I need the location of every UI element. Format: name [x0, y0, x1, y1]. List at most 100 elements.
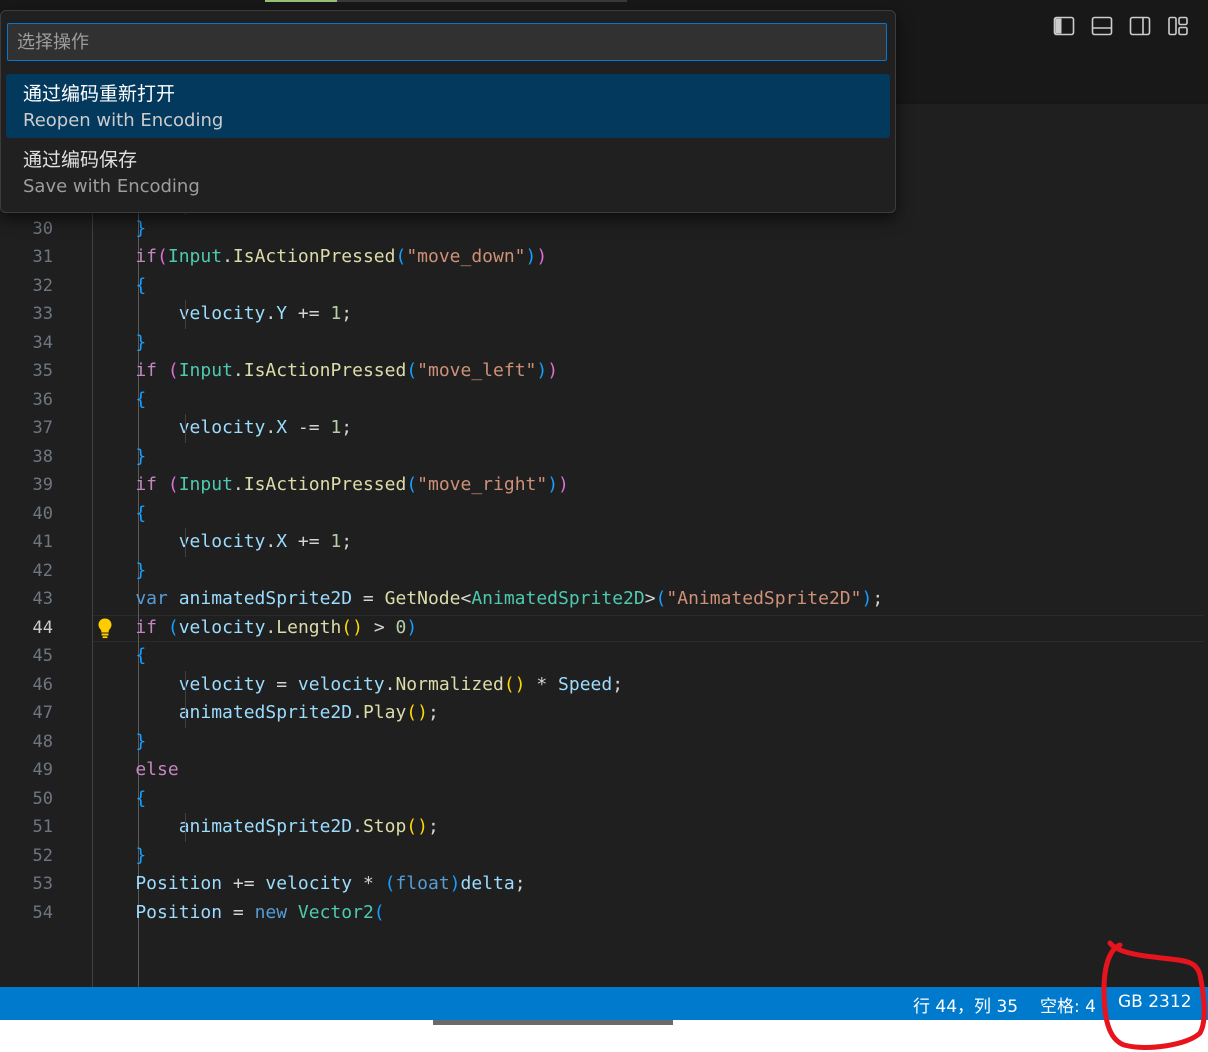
- code-token: if: [92, 246, 158, 267]
- line-number: 35: [32, 361, 53, 381]
- line-number: 46: [32, 674, 53, 695]
- code-token: }: [92, 730, 147, 752]
- code-token: >: [644, 588, 656, 609]
- code-token: .: [232, 360, 244, 381]
- status-indentation[interactable]: 空格: 4: [1040, 992, 1096, 1017]
- code-token: ): [536, 360, 548, 381]
- code-token: Play: [362, 702, 407, 723]
- code-token: Vector2: [297, 901, 374, 923]
- code-token: Input: [167, 246, 223, 267]
- code-token: ;: [341, 531, 353, 552]
- line-number: 50: [32, 788, 53, 809]
- code-token: float: [395, 873, 450, 894]
- code-token: velocity: [178, 303, 266, 324]
- code-token: (: [373, 901, 385, 923]
- code-line: Position = new Vector2(: [92, 899, 385, 928]
- code-token: *: [352, 873, 385, 894]
- code-token: .: [265, 616, 277, 638]
- quick-pick-item-save-with-encoding[interactable]: 通过编码保存 Save with Encoding: [6, 140, 890, 204]
- line-number: 43: [32, 589, 53, 609]
- quick-pick-input[interactable]: [7, 23, 887, 61]
- toggle-primary-sidebar-icon[interactable]: [1052, 14, 1076, 38]
- code-token: }: [92, 217, 147, 239]
- line-number: 34: [32, 332, 53, 353]
- code-line: }: [92, 443, 146, 472]
- code-token: (: [157, 246, 168, 267]
- code-line: velocity.X -= 1;: [92, 414, 352, 443]
- code-token: {: [92, 645, 147, 666]
- code-token: velocity: [178, 673, 266, 695]
- code-token: ;: [427, 816, 439, 837]
- title-accent-bar: [265, 0, 337, 2]
- code-token: .: [265, 303, 277, 324]
- customize-layout-icon[interactable]: [1166, 14, 1190, 38]
- code-line: }: [92, 728, 146, 757]
- code-token: new: [254, 901, 288, 923]
- code-token: var: [92, 588, 168, 609]
- code-line: if (Input.IsActionPressed("move_left")): [92, 357, 558, 386]
- title-bar-segment: [337, 0, 627, 2]
- code-token: ;: [612, 673, 624, 695]
- status-bar: 行 44，列 35 空格: 4 GB 2312: [0, 987, 1208, 1020]
- code-token: ): [449, 873, 461, 894]
- code-token: ;: [872, 588, 884, 609]
- code-line: {: [92, 272, 146, 301]
- code-token: "move_left": [417, 360, 537, 381]
- code-token: }: [92, 331, 147, 353]
- layout-controls: [1052, 14, 1190, 38]
- code-token: +=: [222, 873, 266, 894]
- indent-guide: [185, 414, 186, 443]
- code-token: (: [406, 474, 418, 495]
- quick-pick-item-reopen-with-encoding[interactable]: 通过编码重新打开 Reopen with Encoding: [6, 74, 890, 138]
- code-token: "move_down": [406, 246, 526, 267]
- code-token: AnimatedSprite2D: [471, 588, 645, 609]
- code-editor[interactable]: 2728293031323334353637383940414243444546…: [0, 138, 1208, 987]
- code-token: .: [352, 702, 363, 723]
- line-number: 49: [32, 760, 53, 780]
- code-token: animatedSprite2D: [178, 816, 353, 837]
- line-number-gutter: 2728293031323334353637383940414243444546…: [0, 138, 92, 987]
- code-token: .: [222, 246, 233, 267]
- code-token: +=: [287, 531, 331, 552]
- toggle-secondary-sidebar-icon[interactable]: [1128, 14, 1152, 38]
- status-cursor-position[interactable]: 行 44，列 35: [913, 992, 1018, 1017]
- quick-pick-item-label: 通过编码重新打开: [23, 83, 176, 105]
- code-token: (: [167, 360, 179, 381]
- code-token: 1: [330, 303, 342, 324]
- code-token: ): [406, 616, 418, 638]
- code-token: (): [503, 673, 526, 695]
- code-line: }: [92, 557, 146, 586]
- quick-pick-dialog: 通过编码重新打开 Reopen with Encoding 通过编码保存 Sav…: [0, 10, 896, 213]
- code-token: ;: [341, 303, 353, 324]
- line-number: 52: [32, 845, 53, 866]
- code-token: =: [222, 901, 255, 923]
- code-token: {: [92, 274, 147, 296]
- code-token: "AnimatedSprite2D": [666, 588, 862, 609]
- code-line: if (Input.IsActionPressed("move_right")): [92, 471, 569, 500]
- code-token: ): [525, 246, 537, 267]
- code-token: Length: [276, 616, 342, 638]
- horizontal-scrollbar-thumb[interactable]: [433, 1020, 673, 1025]
- toggle-panel-icon[interactable]: [1090, 14, 1114, 38]
- code-token: (: [406, 360, 418, 381]
- status-encoding[interactable]: GB 2312: [1118, 992, 1192, 1012]
- code-token: (: [167, 616, 179, 638]
- code-token: if: [92, 474, 158, 495]
- quick-pick-item-description: Reopen with Encoding: [23, 110, 224, 131]
- code-token: Y: [276, 303, 288, 324]
- code-token: (: [167, 474, 179, 495]
- code-line: }: [92, 842, 146, 871]
- code-token: ): [547, 474, 559, 495]
- code-line: velocity = velocity.Normalized() * Speed…: [92, 671, 623, 700]
- code-token: else: [92, 759, 179, 780]
- code-token: (): [406, 702, 428, 723]
